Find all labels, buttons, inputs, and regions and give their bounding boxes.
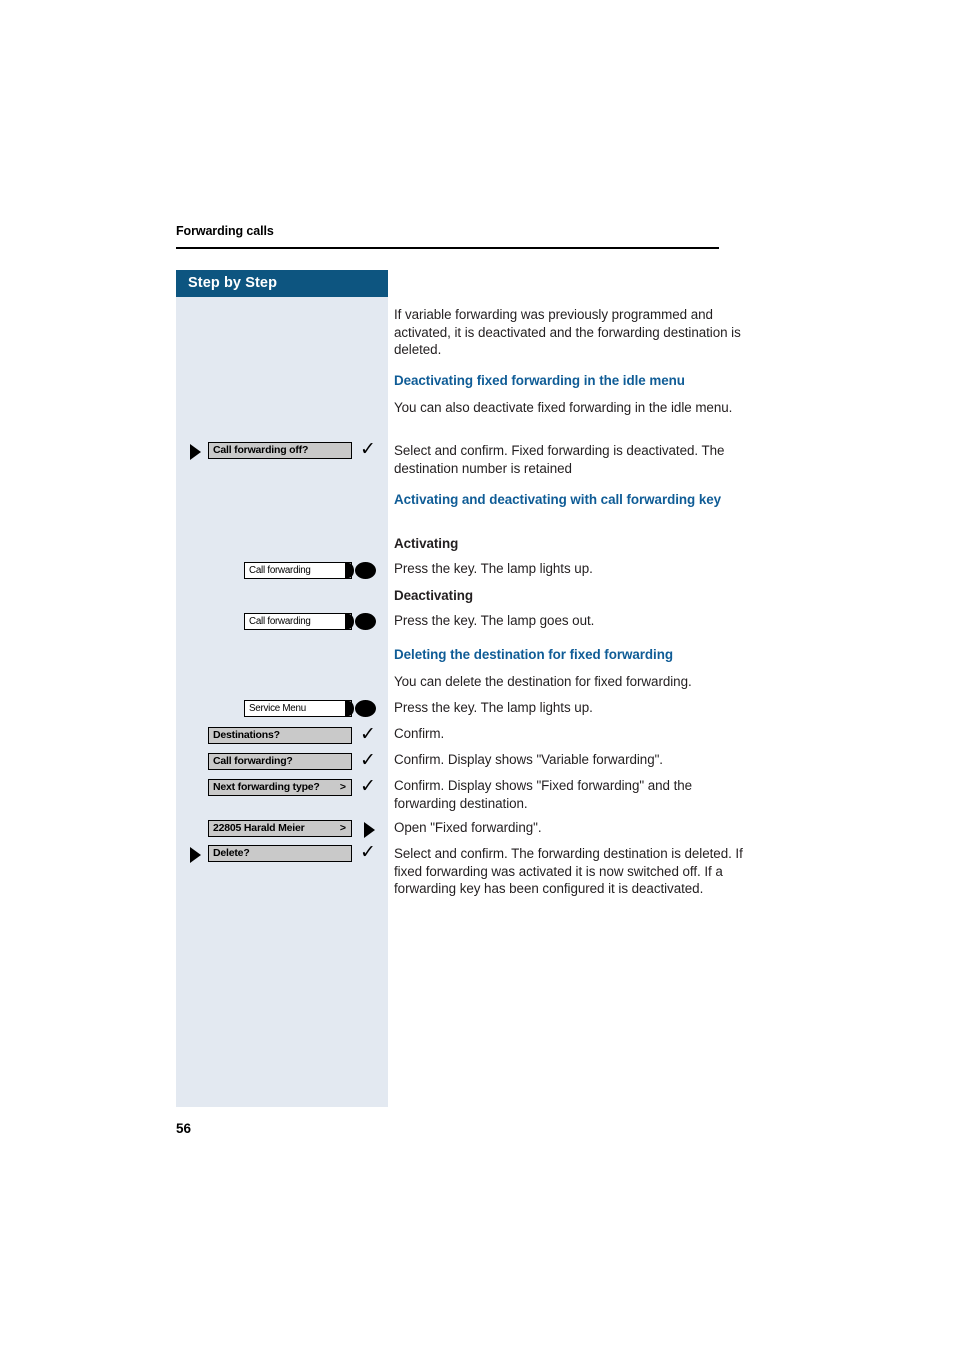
step-row-harald-meier-destination[interactable]: 22805 Harald Meier > — [176, 820, 388, 840]
step-row-service-menu-key[interactable]: Service Menu — [176, 700, 388, 720]
display-softkey-label: 22805 Harald Meier — [213, 822, 305, 834]
step-by-step-panel: Step by Step Call forwarding off? ✓ Call… — [176, 270, 388, 1107]
paragraph-final: Select and confirm. The forwarding desti… — [394, 846, 743, 897]
function-key-icon[interactable] — [355, 700, 376, 717]
function-key-icon[interactable] — [355, 562, 376, 579]
display-softkey-label: Next forwarding type? — [213, 781, 320, 793]
document-page: Forwarding calls Step by Step Call forwa… — [0, 0, 954, 1351]
display-softkey-box[interactable]: Destinations? — [208, 727, 352, 744]
chevron-right-icon: > — [339, 822, 346, 834]
heading-activating-deactivating-key: Activating and deactivating with call fo… — [394, 492, 722, 507]
step-row-delete[interactable]: Delete? ✓ — [176, 841, 388, 865]
display-softkey-label: Call forwarding off? — [213, 444, 309, 456]
paragraph-press-key-goes-out: Press the key. The lamp goes out. — [394, 613, 595, 628]
key-nub-icon — [345, 701, 354, 716]
paragraph-confirm-fixed: Confirm. Display shows "Fixed forwarding… — [394, 778, 693, 811]
confirm-check-icon: ✓ — [360, 841, 376, 863]
paragraph-press-key-lights-up-2: Press the key. The lamp lights up. — [394, 700, 593, 715]
step-row-destinations[interactable]: Destinations? ✓ — [176, 723, 388, 747]
function-key-label-box: Call forwarding — [244, 562, 352, 579]
display-softkey-label: Call forwarding? — [213, 755, 293, 767]
header-rule — [176, 247, 719, 249]
step-row-call-forwarding-key-activate[interactable]: Call forwarding — [176, 562, 388, 582]
function-key-label-box: Call forwarding — [244, 613, 352, 630]
step-row-next-forwarding-type[interactable]: Next forwarding type? > ✓ — [176, 775, 388, 799]
function-key-label: Service Menu — [249, 702, 306, 714]
display-softkey-label: Destinations? — [213, 729, 280, 741]
paragraph-you-can-delete: You can delete the destination for fixed… — [394, 674, 692, 689]
step-by-step-title: Step by Step — [188, 275, 278, 291]
display-softkey-box[interactable]: Call forwarding off? — [208, 442, 352, 459]
paragraph-open-fixed: Open "Fixed forwarding". — [394, 820, 542, 835]
paragraph-idle-menu: You can also deactivate fixed forwarding… — [394, 400, 733, 415]
function-key-label: Call forwarding — [249, 564, 311, 576]
display-softkey-box[interactable]: Call forwarding? — [208, 753, 352, 770]
paragraph-intro: If variable forwarding was previously pr… — [394, 307, 741, 358]
step-row-call-forwarding-off[interactable]: Call forwarding off? ✓ — [176, 438, 388, 462]
subheading-activating: Activating — [394, 536, 459, 551]
function-key-label-box: Service Menu — [244, 700, 352, 717]
display-softkey-box[interactable]: Delete? — [208, 845, 352, 862]
confirm-check-icon: ✓ — [360, 749, 376, 771]
key-nub-icon — [345, 614, 354, 629]
display-softkey-label: Delete? — [213, 847, 250, 859]
step-row-call-forwarding-key-deactivate[interactable]: Call forwarding — [176, 613, 388, 633]
function-key-label: Call forwarding — [249, 615, 311, 627]
confirm-check-icon: ✓ — [360, 775, 376, 797]
select-triangle-icon — [190, 444, 201, 460]
heading-deleting-destination: Deleting the destination for fixed forwa… — [394, 647, 673, 662]
paragraph-confirm-variable: Confirm. Display shows "Variable forward… — [394, 752, 663, 767]
chevron-right-icon: > — [339, 781, 346, 793]
open-triangle-icon — [364, 822, 375, 838]
function-key-icon[interactable] — [355, 613, 376, 630]
heading-deactivating-idle-menu: Deactivating fixed forwarding in the idl… — [394, 373, 685, 388]
confirm-check-icon: ✓ — [360, 723, 376, 745]
paragraph-press-key-lights-up: Press the key. The lamp lights up. — [394, 561, 593, 576]
display-softkey-box[interactable]: Next forwarding type? > — [208, 779, 352, 796]
paragraph-confirm: Confirm. — [394, 726, 445, 741]
confirm-check-icon: ✓ — [360, 438, 376, 460]
running-header: Forwarding calls — [176, 224, 274, 238]
paragraph-select-confirm-fixed: Select and confirm. Fixed forwarding is … — [394, 443, 725, 476]
step-by-step-header: Step by Step — [176, 270, 388, 297]
display-softkey-box[interactable]: 22805 Harald Meier > — [208, 820, 352, 837]
page-number: 56 — [176, 1121, 192, 1136]
key-nub-icon — [345, 563, 354, 578]
step-row-call-forwarding[interactable]: Call forwarding? ✓ — [176, 749, 388, 773]
subheading-deactivating: Deactivating — [394, 588, 474, 603]
select-triangle-icon — [190, 847, 201, 863]
